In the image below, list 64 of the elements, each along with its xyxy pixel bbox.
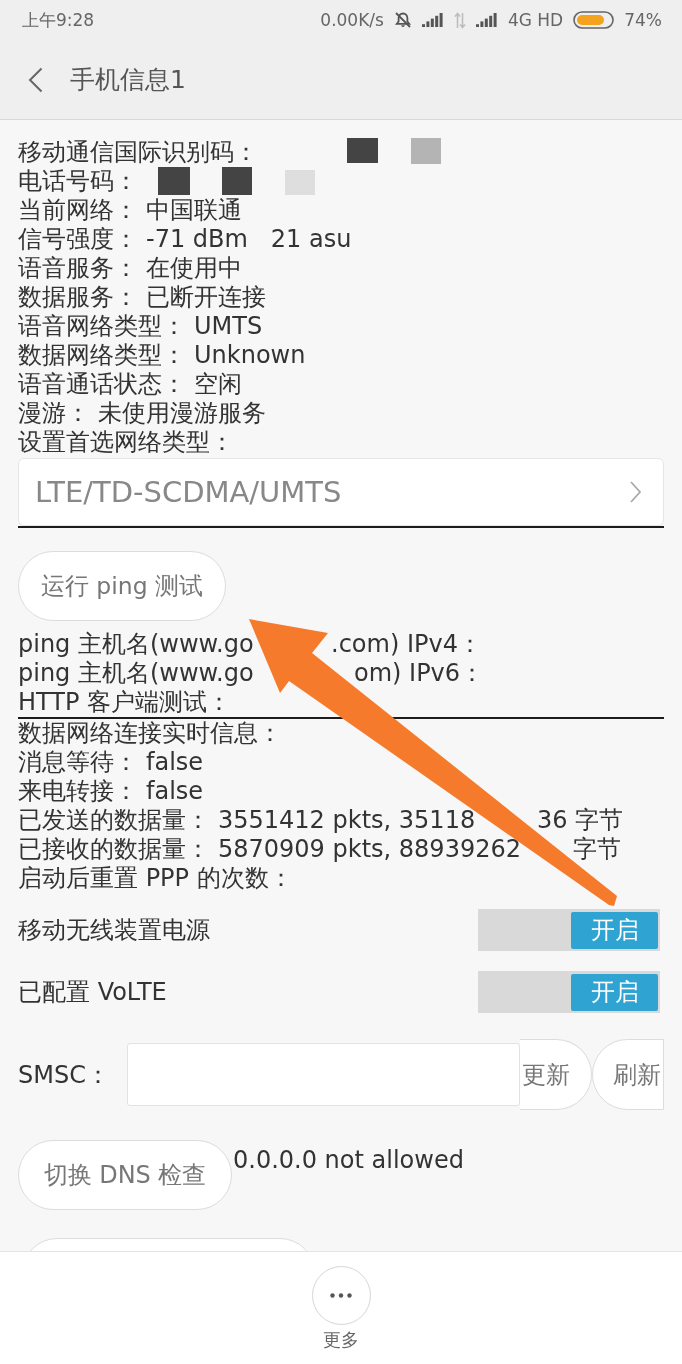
label-text: ping 主机名(www.go bbox=[18, 659, 254, 688]
label-text: 语音通话状态： bbox=[18, 370, 186, 399]
label-text: 启动后重置 PPP 的次数： bbox=[18, 864, 293, 893]
network-type-dropdown[interactable]: LTE/TD-SCDMA/UMTS bbox=[18, 458, 664, 526]
switch-knob: 开启 bbox=[571, 973, 658, 1011]
value-text: 在使用中 bbox=[146, 254, 242, 283]
value-text: 字节 bbox=[573, 835, 622, 864]
data-arrows-icon bbox=[453, 11, 466, 29]
label-text: 已发送的数据量： bbox=[18, 806, 210, 835]
label-text: 数据服务： bbox=[18, 283, 138, 312]
back-icon[interactable] bbox=[28, 66, 43, 93]
value-text: 未使用漫游服务 bbox=[98, 399, 266, 428]
value-text: 已断开连接 bbox=[146, 283, 266, 312]
smsc-label: SMSC： bbox=[18, 1059, 110, 1091]
network-type-text: 4G HD bbox=[507, 9, 564, 31]
label-text: 语音服务： bbox=[18, 254, 138, 283]
label-text: 移动通信国际识别码： bbox=[18, 138, 258, 167]
status-time: 上午9:28 bbox=[22, 9, 95, 31]
more-icon bbox=[330, 1293, 352, 1298]
switch-knob: 开启 bbox=[571, 911, 658, 949]
smsc-input-field[interactable] bbox=[126, 1043, 520, 1106]
label-text: 信号强度： bbox=[18, 225, 138, 254]
more-label: 更多 bbox=[323, 1329, 359, 1351]
label-text: 漫游： bbox=[18, 399, 90, 428]
label-text: .com) IPv4： bbox=[331, 630, 483, 659]
label-text: 数据网络类型： bbox=[18, 341, 186, 370]
value-text: 3551412 pkts, 35118 bbox=[218, 806, 476, 835]
value-text: -71 dBm 21 asu bbox=[146, 225, 352, 254]
value-text: 中国联通 bbox=[146, 196, 242, 225]
label-text: 设置首选网络类型： bbox=[18, 428, 234, 457]
label-text: HTTP 客户端测试： bbox=[18, 688, 232, 717]
value-text: Unknown bbox=[194, 341, 306, 370]
value-text: 5870909 pkts, 88939262 bbox=[218, 835, 521, 864]
signal-icon bbox=[475, 13, 498, 27]
value-text: 36 字节 bbox=[537, 806, 625, 835]
ping-test-button[interactable]: 运行 ping 测试 bbox=[18, 551, 226, 621]
page-title: 手机信息1 bbox=[70, 64, 186, 95]
label-text: 语音网络类型： bbox=[18, 312, 186, 341]
switch-label: 移动无线装置电源 bbox=[18, 915, 210, 946]
label-text: 消息等待： bbox=[18, 748, 138, 777]
value-text: 空闲 bbox=[194, 370, 242, 399]
signal-icon bbox=[421, 13, 444, 27]
battery-icon bbox=[573, 11, 615, 29]
battery-percent-text: 74% bbox=[624, 9, 662, 31]
dns-check-button[interactable]: 切换 DNS 检查 bbox=[18, 1140, 232, 1210]
update-button[interactable]: 更新 bbox=[519, 1039, 592, 1110]
label-text: 电话号码： bbox=[18, 167, 138, 196]
label-text: 已接收的数据量： bbox=[18, 835, 210, 864]
switch-label: 已配置 VoLTE bbox=[18, 977, 167, 1008]
chevron-right-icon bbox=[630, 481, 641, 503]
label-text: ping 主机名(www.go bbox=[18, 630, 254, 659]
toggle-switch[interactable]: 开启 bbox=[478, 971, 660, 1013]
label-text: 数据网络连接实时信息： bbox=[18, 719, 282, 748]
label-text: 当前网络： bbox=[18, 196, 138, 225]
dns-result-text: 0.0.0.0 not allowed bbox=[233, 1145, 464, 1176]
toggle-switch[interactable]: 开启 bbox=[478, 909, 660, 951]
value-text: false bbox=[146, 777, 204, 806]
muted-bell-icon bbox=[393, 11, 412, 29]
network-speed-text: 0.00K/s bbox=[320, 9, 384, 31]
label-text: 来电转接： bbox=[18, 777, 138, 806]
value-text: UMTS bbox=[194, 312, 263, 341]
label-text: om) IPv6： bbox=[354, 659, 486, 688]
value-text: false bbox=[146, 748, 204, 777]
refresh-button[interactable]: 刷新 bbox=[591, 1039, 664, 1110]
